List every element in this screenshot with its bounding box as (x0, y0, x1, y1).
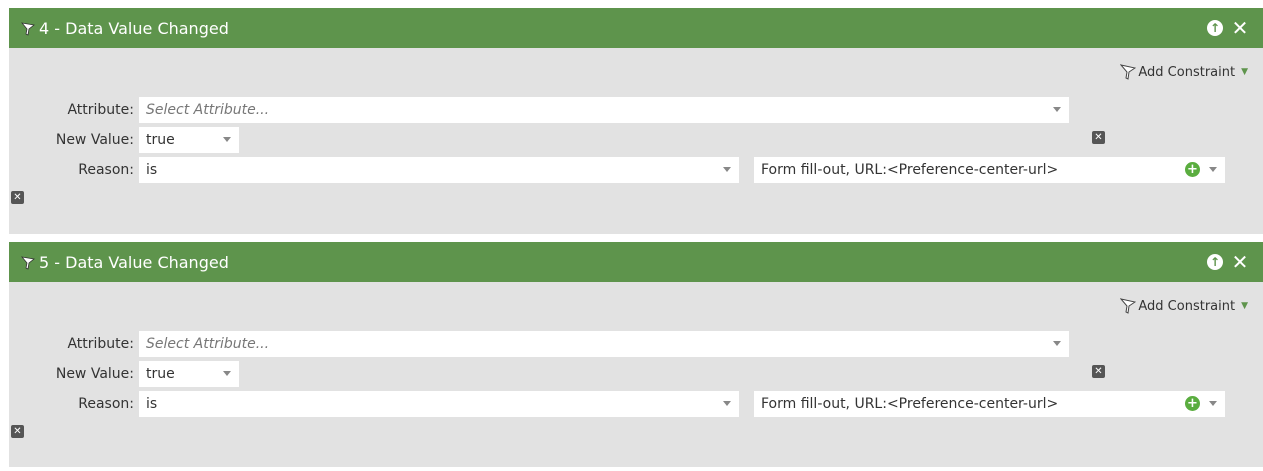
chevron-down-icon (723, 401, 731, 406)
add-constraint-label: Add Constraint (1138, 298, 1236, 314)
reason-operator-select[interactable]: is (139, 391, 739, 417)
remove-icon[interactable]: ✕ (11, 191, 24, 204)
attribute-placeholder: Select Attribute... (146, 102, 270, 118)
attribute-placeholder: Select Attribute... (146, 336, 270, 352)
attribute-label: Attribute: (67, 336, 134, 352)
remove-icon[interactable]: ✕ (11, 425, 24, 438)
chevron-down-icon (223, 371, 231, 376)
filter-panel-4: 4 - Data Value Changed ↑ ✕ Add Constrain… (9, 8, 1263, 234)
chevron-down-icon: ▼ (1241, 67, 1248, 77)
funnel-icon (21, 256, 35, 270)
chevron-down-icon (1053, 341, 1061, 346)
chevron-down-icon (1053, 107, 1061, 112)
attribute-label: Attribute: (67, 102, 134, 118)
remove-icon[interactable]: ✕ (1092, 131, 1105, 144)
attribute-select[interactable]: Select Attribute... (139, 97, 1069, 123)
move-up-icon[interactable]: ↑ (1207, 254, 1223, 270)
close-icon[interactable]: ✕ (1231, 17, 1249, 39)
new-value-select[interactable]: true (139, 127, 239, 153)
chevron-down-icon (1209, 167, 1217, 172)
add-value-icon[interactable]: + (1185, 396, 1200, 411)
filter-panel-5: 5 - Data Value Changed ↑ ✕ Add Constrain… (9, 242, 1263, 467)
reason-label: Reason: (78, 396, 134, 412)
new-value-label: New Value: (55, 366, 134, 382)
chevron-down-icon (723, 167, 731, 172)
reason-operator-text: is (146, 162, 158, 178)
chevron-down-icon: ▼ (1241, 301, 1248, 311)
reason-value-text: Form fill-out, URL:<Preference-center-ur… (761, 396, 1059, 412)
move-up-icon[interactable]: ↑ (1207, 20, 1223, 36)
filter-title: 4 - Data Value Changed (39, 18, 229, 38)
filter-header: 5 - Data Value Changed ↑ ✕ (9, 242, 1263, 282)
remove-icon[interactable]: ✕ (1092, 365, 1105, 378)
reason-value-select[interactable]: Form fill-out, URL:<Preference-center-ur… (754, 157, 1225, 183)
filter-title: 5 - Data Value Changed (39, 252, 229, 272)
reason-value-select[interactable]: Form fill-out, URL:<Preference-center-ur… (754, 391, 1225, 417)
chevron-down-icon (223, 137, 231, 142)
attribute-select[interactable]: Select Attribute... (139, 331, 1069, 357)
reason-value-text: Form fill-out, URL:<Preference-center-ur… (761, 162, 1059, 178)
new-value-text: true (146, 132, 175, 148)
reason-operator-text: is (146, 396, 158, 412)
add-value-icon[interactable]: + (1185, 162, 1200, 177)
chevron-down-icon (1209, 401, 1217, 406)
add-constraint-button[interactable]: Add Constraint ▼ (1120, 298, 1248, 314)
filter-header: 4 - Data Value Changed ↑ ✕ (9, 8, 1263, 48)
funnel-icon (21, 22, 35, 36)
new-value-label: New Value: (55, 132, 134, 148)
close-icon[interactable]: ✕ (1231, 251, 1249, 273)
funnel-icon (1120, 298, 1137, 314)
reason-label: Reason: (78, 162, 134, 178)
add-constraint-label: Add Constraint (1138, 64, 1236, 80)
funnel-icon (1120, 64, 1137, 80)
new-value-select[interactable]: true (139, 361, 239, 387)
add-constraint-button[interactable]: Add Constraint ▼ (1120, 64, 1248, 80)
reason-operator-select[interactable]: is (139, 157, 739, 183)
new-value-text: true (146, 366, 175, 382)
